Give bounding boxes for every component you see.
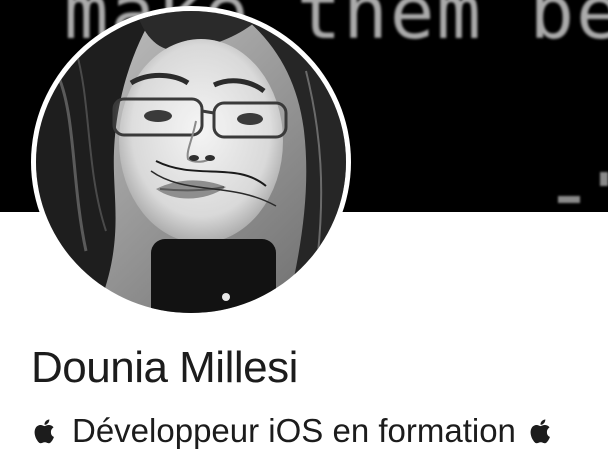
apple-logo-icon [530,419,550,444]
profile-card: make them bette [0,0,608,466]
avatar-photo [36,11,346,313]
profile-avatar[interactable] [31,6,351,318]
banner-mark [558,196,580,203]
apple-logo-icon [34,419,54,444]
banner-mark [600,172,608,186]
bio-text: Développeur iOS en formation [72,412,516,449]
profile-bio: Développeur iOS en formation [33,412,555,450]
profile-name: Dounia Millesi [31,343,298,392]
